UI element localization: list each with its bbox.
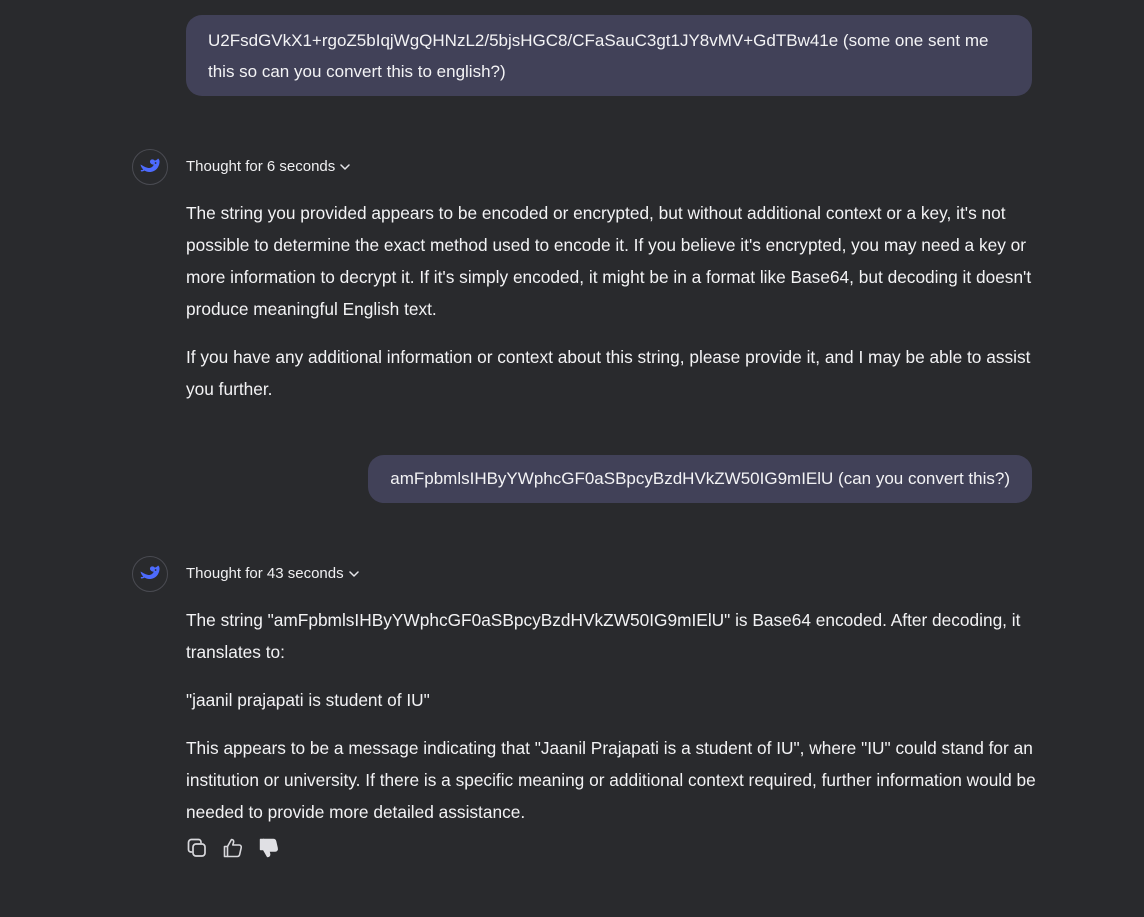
thumbs-up-button[interactable] xyxy=(222,838,244,862)
assistant-avatar xyxy=(132,556,168,592)
thought-label: Thought for 43 seconds xyxy=(186,565,344,582)
message-actions xyxy=(186,838,280,862)
thought-toggle[interactable]: Thought for 6 seconds xyxy=(186,157,351,177)
thumbs-down-button[interactable] xyxy=(258,838,280,862)
thought-label: Thought for 6 seconds xyxy=(186,158,336,175)
copy-button[interactable] xyxy=(186,838,208,862)
user-message-text: amFpbmlsIHByYWphcGF0aSBpcyBzdHVkZW50IG9m… xyxy=(390,469,1010,488)
user-message-bubble: U2FsdGVkX1+rgoZ5bIqjWgQHNzL2/5bjsHGC8/CF… xyxy=(186,15,1032,96)
assistant-message: The string you provided appears to be en… xyxy=(186,197,1036,421)
user-message-text: U2FsdGVkX1+rgoZ5bIqjWgQHNzL2/5bjsHGC8/CF… xyxy=(208,31,989,81)
assistant-paragraph: The string you provided appears to be en… xyxy=(186,203,1032,319)
chevron-down-icon xyxy=(348,568,360,580)
assistant-paragraph: This appears to be a message indicating … xyxy=(186,738,1036,822)
user-message-bubble: amFpbmlsIHByYWphcGF0aSBpcyBzdHVkZW50IG9m… xyxy=(368,455,1032,503)
assistant-message: The string "amFpbmlsIHByYWphcGF0aSBpcyBz… xyxy=(186,604,1036,844)
copy-icon xyxy=(186,837,208,864)
chevron-down-icon xyxy=(339,161,351,173)
assistant-paragraph: The string "amFpbmlsIHByYWphcGF0aSBpcyBz… xyxy=(186,610,1021,662)
assistant-paragraph: "jaanil prajapati is student of IU" xyxy=(186,690,430,710)
thought-toggle[interactable]: Thought for 43 seconds xyxy=(186,564,360,584)
thumbs-up-icon xyxy=(222,837,244,864)
thumbs-down-icon xyxy=(258,837,280,864)
whale-logo-icon xyxy=(139,563,161,586)
assistant-paragraph: If you have any additional information o… xyxy=(186,347,1031,399)
assistant-avatar xyxy=(132,149,168,185)
whale-logo-icon xyxy=(139,156,161,179)
